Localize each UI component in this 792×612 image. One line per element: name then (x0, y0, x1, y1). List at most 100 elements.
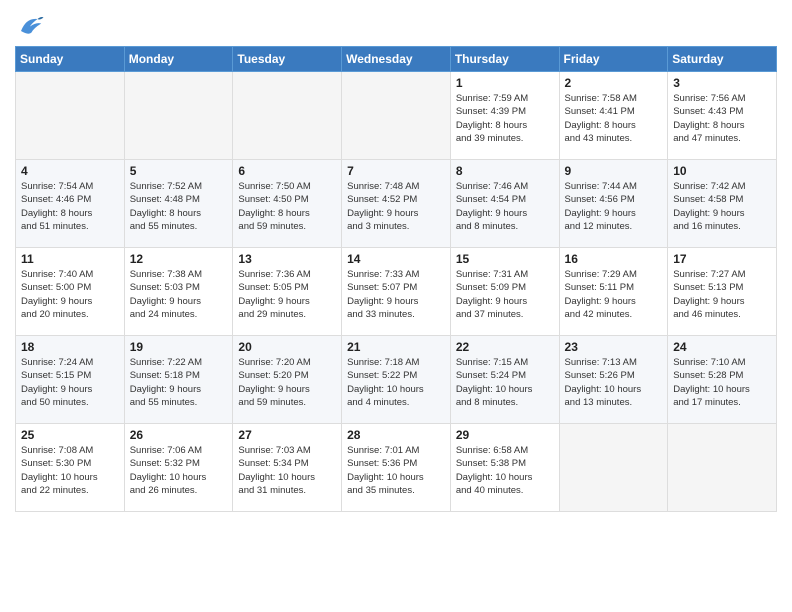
calendar-day-cell: 19 Sunrise: 7:22 AM Sunset: 5:18 PM Dayli… (124, 336, 233, 424)
day-info: Sunrise: 7:03 AM Sunset: 5:34 PM Dayligh… (238, 444, 336, 497)
calendar-day-header: Thursday (450, 47, 559, 72)
calendar-day-cell: 13 Sunrise: 7:36 AM Sunset: 5:05 PM Dayli… (233, 248, 342, 336)
calendar-day-cell: 18 Sunrise: 7:24 AM Sunset: 5:15 PM Dayli… (16, 336, 125, 424)
calendar-day-cell (233, 72, 342, 160)
calendar-day-cell: 3 Sunrise: 7:56 AM Sunset: 4:43 PM Daylig… (668, 72, 777, 160)
day-info: Sunrise: 7:15 AM Sunset: 5:24 PM Dayligh… (456, 356, 554, 409)
day-number: 6 (238, 164, 336, 178)
calendar-day-header: Sunday (16, 47, 125, 72)
day-info: Sunrise: 7:06 AM Sunset: 5:32 PM Dayligh… (130, 444, 228, 497)
calendar-day-cell: 21 Sunrise: 7:18 AM Sunset: 5:22 PM Dayli… (342, 336, 451, 424)
day-info: Sunrise: 7:13 AM Sunset: 5:26 PM Dayligh… (565, 356, 663, 409)
calendar-day-cell: 22 Sunrise: 7:15 AM Sunset: 5:24 PM Dayli… (450, 336, 559, 424)
calendar-day-cell (124, 72, 233, 160)
calendar-day-cell: 2 Sunrise: 7:58 AM Sunset: 4:41 PM Daylig… (559, 72, 668, 160)
logo-icon (15, 10, 45, 40)
day-info: Sunrise: 7:10 AM Sunset: 5:28 PM Dayligh… (673, 356, 771, 409)
day-info: Sunrise: 7:52 AM Sunset: 4:48 PM Dayligh… (130, 180, 228, 233)
calendar-day-header: Monday (124, 47, 233, 72)
day-number: 18 (21, 340, 119, 354)
day-info: Sunrise: 7:20 AM Sunset: 5:20 PM Dayligh… (238, 356, 336, 409)
calendar-week-row: 1 Sunrise: 7:59 AM Sunset: 4:39 PM Daylig… (16, 72, 777, 160)
day-number: 9 (565, 164, 663, 178)
calendar-day-cell: 14 Sunrise: 7:33 AM Sunset: 5:07 PM Dayli… (342, 248, 451, 336)
calendar-week-row: 11 Sunrise: 7:40 AM Sunset: 5:00 PM Dayli… (16, 248, 777, 336)
day-info: Sunrise: 7:48 AM Sunset: 4:52 PM Dayligh… (347, 180, 445, 233)
calendar-day-cell: 24 Sunrise: 7:10 AM Sunset: 5:28 PM Dayli… (668, 336, 777, 424)
day-number: 20 (238, 340, 336, 354)
day-number: 1 (456, 76, 554, 90)
calendar-day-header: Tuesday (233, 47, 342, 72)
logo (15, 10, 49, 40)
day-info: Sunrise: 7:46 AM Sunset: 4:54 PM Dayligh… (456, 180, 554, 233)
calendar-day-cell: 5 Sunrise: 7:52 AM Sunset: 4:48 PM Daylig… (124, 160, 233, 248)
calendar-day-cell: 29 Sunrise: 6:58 AM Sunset: 5:38 PM Dayli… (450, 424, 559, 512)
day-number: 8 (456, 164, 554, 178)
calendar-day-cell: 25 Sunrise: 7:08 AM Sunset: 5:30 PM Dayli… (16, 424, 125, 512)
day-info: Sunrise: 7:18 AM Sunset: 5:22 PM Dayligh… (347, 356, 445, 409)
day-info: Sunrise: 7:59 AM Sunset: 4:39 PM Dayligh… (456, 92, 554, 145)
calendar-day-cell: 23Sunrise: 7:13 AM Sunset: 5:26 PM Dayli… (559, 336, 668, 424)
day-info: Sunrise: 7:08 AM Sunset: 5:30 PM Dayligh… (21, 444, 119, 497)
calendar-day-cell: 27Sunrise: 7:03 AM Sunset: 5:34 PM Dayli… (233, 424, 342, 512)
header (15, 10, 777, 40)
calendar-table: SundayMondayTuesdayWednesdayThursdayFrid… (15, 46, 777, 512)
day-info: Sunrise: 7:56 AM Sunset: 4:43 PM Dayligh… (673, 92, 771, 145)
calendar-header-row: SundayMondayTuesdayWednesdayThursdayFrid… (16, 47, 777, 72)
day-info: Sunrise: 7:38 AM Sunset: 5:03 PM Dayligh… (130, 268, 228, 321)
day-number: 2 (565, 76, 663, 90)
day-info: Sunrise: 7:50 AM Sunset: 4:50 PM Dayligh… (238, 180, 336, 233)
day-info: Sunrise: 7:58 AM Sunset: 4:41 PM Dayligh… (565, 92, 663, 145)
calendar-day-cell: 4 Sunrise: 7:54 AM Sunset: 4:46 PM Daylig… (16, 160, 125, 248)
calendar-day-header: Wednesday (342, 47, 451, 72)
calendar-week-row: 25 Sunrise: 7:08 AM Sunset: 5:30 PM Dayli… (16, 424, 777, 512)
day-number: 21 (347, 340, 445, 354)
calendar-day-cell (668, 424, 777, 512)
day-info: Sunrise: 7:33 AM Sunset: 5:07 PM Dayligh… (347, 268, 445, 321)
day-number: 19 (130, 340, 228, 354)
day-info: Sunrise: 7:42 AM Sunset: 4:58 PM Dayligh… (673, 180, 771, 233)
calendar-week-row: 4 Sunrise: 7:54 AM Sunset: 4:46 PM Daylig… (16, 160, 777, 248)
calendar-day-cell: 20 Sunrise: 7:20 AM Sunset: 5:20 PM Dayli… (233, 336, 342, 424)
day-number: 14 (347, 252, 445, 266)
calendar-day-cell: 8 Sunrise: 7:46 AM Sunset: 4:54 PM Daylig… (450, 160, 559, 248)
calendar-day-header: Friday (559, 47, 668, 72)
calendar-day-cell: 1 Sunrise: 7:59 AM Sunset: 4:39 PM Daylig… (450, 72, 559, 160)
calendar-day-cell: 9 Sunrise: 7:44 AM Sunset: 4:56 PM Daylig… (559, 160, 668, 248)
calendar-day-cell: 28Sunrise: 7:01 AM Sunset: 5:36 PM Dayli… (342, 424, 451, 512)
day-number: 11 (21, 252, 119, 266)
day-number: 15 (456, 252, 554, 266)
day-number: 3 (673, 76, 771, 90)
calendar-week-row: 18 Sunrise: 7:24 AM Sunset: 5:15 PM Dayli… (16, 336, 777, 424)
day-info: Sunrise: 7:27 AM Sunset: 5:13 PM Dayligh… (673, 268, 771, 321)
day-number: 5 (130, 164, 228, 178)
day-info: Sunrise: 7:31 AM Sunset: 5:09 PM Dayligh… (456, 268, 554, 321)
calendar-day-cell (342, 72, 451, 160)
calendar-day-cell: 12 Sunrise: 7:38 AM Sunset: 5:03 PM Dayli… (124, 248, 233, 336)
day-number: 22 (456, 340, 554, 354)
day-number: 25 (21, 428, 119, 442)
day-info: Sunrise: 7:22 AM Sunset: 5:18 PM Dayligh… (130, 356, 228, 409)
calendar-day-header: Saturday (668, 47, 777, 72)
day-info: Sunrise: 7:54 AM Sunset: 4:46 PM Dayligh… (21, 180, 119, 233)
calendar-day-cell (559, 424, 668, 512)
day-number: 12 (130, 252, 228, 266)
day-info: Sunrise: 7:44 AM Sunset: 4:56 PM Dayligh… (565, 180, 663, 233)
day-info: Sunrise: 7:24 AM Sunset: 5:15 PM Dayligh… (21, 356, 119, 409)
day-number: 10 (673, 164, 771, 178)
day-info: Sunrise: 7:01 AM Sunset: 5:36 PM Dayligh… (347, 444, 445, 497)
day-number: 13 (238, 252, 336, 266)
day-number: 4 (21, 164, 119, 178)
day-info: Sunrise: 7:36 AM Sunset: 5:05 PM Dayligh… (238, 268, 336, 321)
day-number: 24 (673, 340, 771, 354)
day-number: 29 (456, 428, 554, 442)
day-info: Sunrise: 7:40 AM Sunset: 5:00 PM Dayligh… (21, 268, 119, 321)
calendar-day-cell: 7 Sunrise: 7:48 AM Sunset: 4:52 PM Daylig… (342, 160, 451, 248)
calendar-day-cell (16, 72, 125, 160)
day-info: Sunrise: 6:58 AM Sunset: 5:38 PM Dayligh… (456, 444, 554, 497)
calendar-day-cell: 6 Sunrise: 7:50 AM Sunset: 4:50 PM Daylig… (233, 160, 342, 248)
day-number: 7 (347, 164, 445, 178)
calendar-day-cell: 10 Sunrise: 7:42 AM Sunset: 4:58 PM Dayli… (668, 160, 777, 248)
calendar-day-cell: 11 Sunrise: 7:40 AM Sunset: 5:00 PM Dayli… (16, 248, 125, 336)
calendar-day-cell: 26Sunrise: 7:06 AM Sunset: 5:32 PM Dayli… (124, 424, 233, 512)
